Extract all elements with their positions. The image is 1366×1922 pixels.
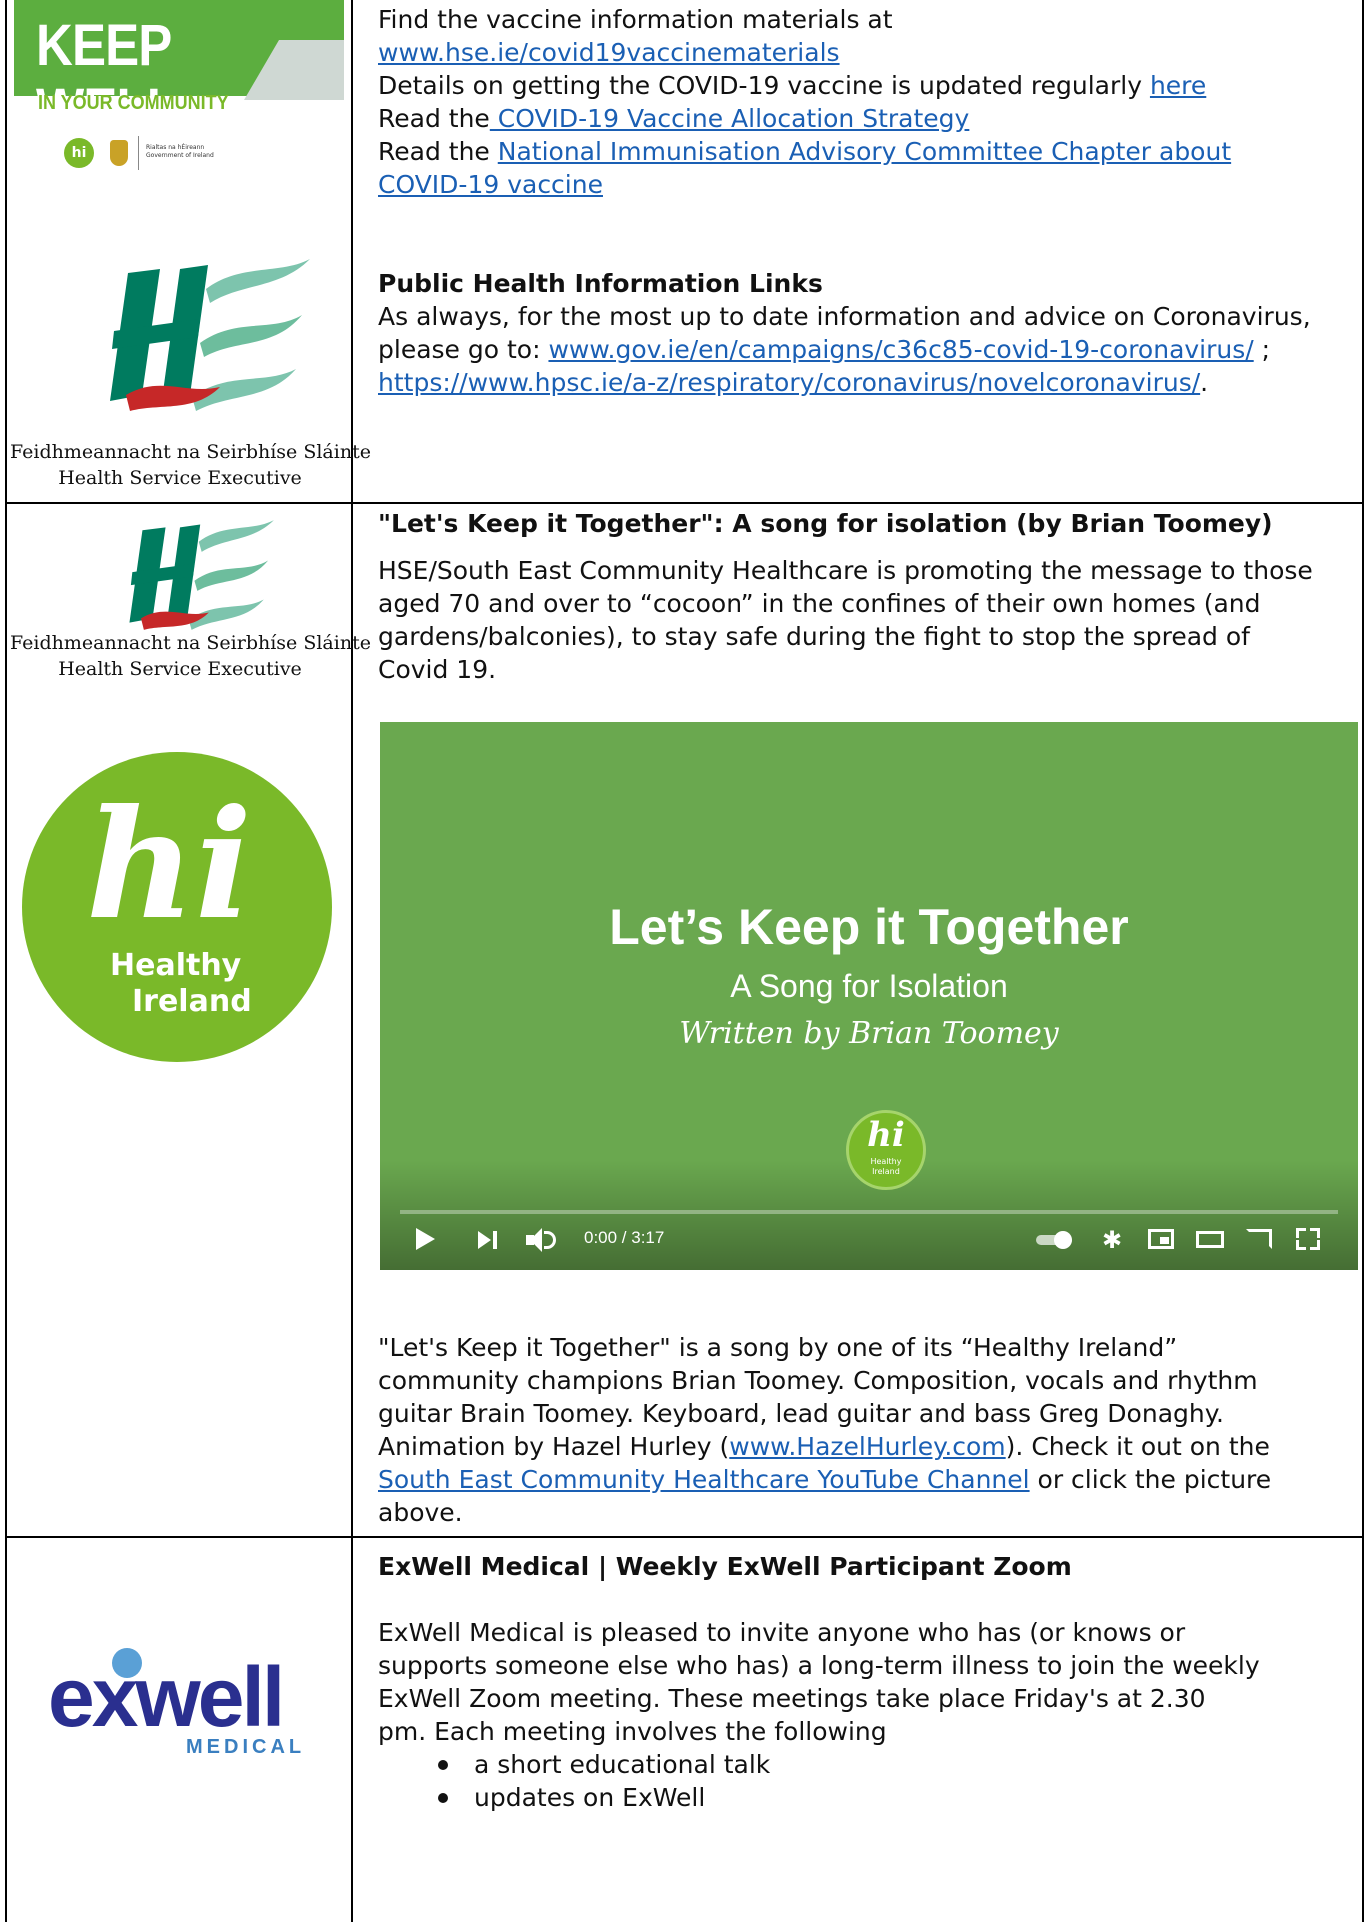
allocation-strategy-link[interactable]: COVID-19 Vaccine Allocation Strategy <box>490 104 970 133</box>
desc-line-4: Animation by Hazel Hurley (www.HazelHurl… <box>378 1431 1270 1463</box>
gov-link-line: please go to: www.gov.ie/en/campaigns/c3… <box>378 334 1270 366</box>
hse-irish-name-2: Feidhmeannacht na Seirbhíse Sláinte <box>10 632 371 654</box>
next-icon[interactable] <box>478 1231 502 1249</box>
niac-line-2: COVID-19 vaccine <box>378 169 603 201</box>
hse-irish-name: Feidhmeannacht na Seirbhíse Sláinte <box>10 441 371 463</box>
vaccine-details-line: Details on getting the COVID-19 vaccine … <box>378 70 1206 102</box>
keep-well-logo: KEEP WELL IN YOUR COMMUNITY hi Rialtas n… <box>14 0 344 215</box>
vaccine-info-text: Find the vaccine information materials a… <box>378 5 893 34</box>
gov-ireland-text: Rialtas na hÉireann Government of Irelan… <box>146 144 214 159</box>
public-health-text: As always, for the most up to date infor… <box>378 302 1311 331</box>
bullet-icon <box>438 1760 448 1770</box>
niac-line: Read the National Immunisation Advisory … <box>378 136 1231 168</box>
intro-line-1: HSE/South East Community Healthcare is p… <box>378 556 1313 585</box>
here-link[interactable]: here <box>1150 71 1206 100</box>
intro-line-2: aged 70 and over to “cocoon” in the conf… <box>378 589 1261 618</box>
badge-ireland-text: Ireland <box>872 1167 900 1176</box>
desc-line-5: South East Community Healthcare YouTube … <box>378 1464 1271 1496</box>
theater-mode-icon[interactable] <box>1196 1231 1224 1248</box>
please-go-to-text: please go to: <box>378 335 549 364</box>
table-border-middle <box>351 0 353 1922</box>
vaccine-materials-link[interactable]: www.hse.ie/covid19vaccinematerials <box>378 37 840 69</box>
badge-healthy-text: Healthy <box>870 1157 902 1166</box>
hi-small-icon: hi <box>64 138 94 168</box>
animation-by-text: Animation by Hazel Hurley ( <box>378 1432 730 1461</box>
exwell-body-4: pm. Each meeting involves the following <box>378 1717 887 1746</box>
hse-mark-icon <box>110 259 310 411</box>
hpsc-link-line: https://www.hpsc.ie/a-z/respiratory/coro… <box>378 367 1208 399</box>
hpsc-link[interactable]: https://www.hpsc.ie/a-z/respiratory/coro… <box>378 368 1200 397</box>
cast-icon[interactable] <box>1246 1229 1272 1249</box>
public-health-heading: Public Health Information Links <box>378 269 823 298</box>
exwell-sub: MEDICAL <box>186 1736 306 1758</box>
settings-gear-icon[interactable]: ✱ <box>1102 1228 1122 1252</box>
hi-letters: hi <box>86 777 253 953</box>
keep-well-title: KEEP WELL <box>36 13 178 142</box>
hse-logo: Feidhmeannacht na Seirbhíse Sláinte Heal… <box>10 245 371 500</box>
bullet-item-2: updates on ExWell <box>474 1783 706 1812</box>
check-it-out-text: ). Check it out on the <box>1005 1432 1270 1461</box>
video-hi-badge: hi Healthy Ireland <box>846 1110 926 1190</box>
video-subtitle: A Song for Isolation <box>730 968 1008 1004</box>
badge-hi-letters: hi <box>867 1115 905 1155</box>
exwell-logo: exwell MEDICAL <box>48 1648 328 1758</box>
keep-well-subtitle: IN YOUR COMMUNITY <box>38 92 229 114</box>
autoplay-toggle-icon[interactable] <box>1036 1231 1076 1249</box>
exwell-body-3: ExWell Zoom meeting. These meetings take… <box>378 1684 1206 1713</box>
hse-english-name: Health Service Executive <box>58 467 302 489</box>
niac-chapter-link[interactable]: National Immunisation Advisory Committee… <box>498 137 1231 166</box>
desc-line-1: "Let's Keep it Together" is a song by on… <box>378 1333 1178 1362</box>
harp-icon <box>110 140 128 166</box>
hse-logo-2: Feidhmeannacht na Seirbhíse Sláinte Heal… <box>10 510 371 690</box>
vaccine-details-text: Details on getting the COVID-19 vaccine … <box>378 71 1150 100</box>
row-divider-1 <box>5 502 1364 504</box>
play-icon[interactable] <box>416 1228 435 1250</box>
table-border-right <box>1362 0 1364 1922</box>
hse-mark-icon-2 <box>129 520 274 630</box>
allocation-strategy-line: Read the COVID-19 Vaccine Allocation Str… <box>378 103 969 135</box>
video-progress-track[interactable] <box>400 1210 1338 1214</box>
gov-ie-link[interactable]: www.gov.ie/en/campaigns/c36c85-covid-19-… <box>548 335 1253 364</box>
intro-line-4: Covid 19. <box>378 655 497 684</box>
vaccine-materials-link-text[interactable]: www.hse.ie/covid19vaccinematerials <box>378 38 840 67</box>
fullscreen-icon[interactable] <box>1296 1228 1320 1250</box>
period-text: . <box>1200 368 1209 397</box>
miniplayer-icon[interactable] <box>1148 1229 1174 1249</box>
hazelhurley-link[interactable]: www.HazelHurley.com <box>729 1432 1005 1461</box>
song-heading: "Let's Keep it Together": A song for iso… <box>378 509 1273 538</box>
video-time: 0:00 / 3:17 <box>584 1228 665 1247</box>
video-player[interactable]: Let’s Keep it Together A Song for Isolat… <box>380 722 1358 1270</box>
volume-icon[interactable] <box>526 1227 560 1253</box>
exwell-body-1: ExWell Medical is pleased to invite anyo… <box>378 1618 1186 1647</box>
semicolon-text: ; <box>1253 335 1271 364</box>
click-picture-text: or click the picture <box>1029 1465 1272 1494</box>
youtube-channel-link[interactable]: South East Community Healthcare YouTube … <box>378 1465 1030 1494</box>
desc-line-2: community champions Brian Toomey. Compos… <box>378 1366 1258 1395</box>
hi-ireland-text: Ireland <box>132 984 252 1019</box>
bullet-item-1: a short educational talk <box>474 1750 771 1779</box>
hi-healthy-text: Healthy <box>110 948 242 983</box>
exwell-body-2: supports someone else who has) a long-te… <box>378 1651 1260 1680</box>
video-title: Let’s Keep it Together <box>609 899 1129 955</box>
hse-english-name-2: Health Service Executive <box>58 658 302 680</box>
exwell-heading: ExWell Medical | Weekly ExWell Participa… <box>378 1552 1072 1581</box>
row-divider-2 <box>5 1536 1364 1538</box>
read-the-text: Read the <box>378 104 490 133</box>
video-author: Written by Brian Toomey <box>679 1016 1059 1051</box>
niac-chapter-link-cont[interactable]: COVID-19 vaccine <box>378 170 603 199</box>
healthy-ireland-logo: hi Healthy Ireland <box>22 752 332 1062</box>
desc-line-3: guitar Brain Toomey. Keyboard, lead guit… <box>378 1399 1224 1428</box>
exwell-name: exwell <box>48 1650 285 1744</box>
desc-line-6: above. <box>378 1498 463 1527</box>
intro-line-3: gardens/balconies), to stay safe during … <box>378 622 1250 651</box>
bullet-icon <box>438 1793 448 1803</box>
read-the-text-2: Read the <box>378 137 498 166</box>
table-border-left <box>5 0 7 1922</box>
